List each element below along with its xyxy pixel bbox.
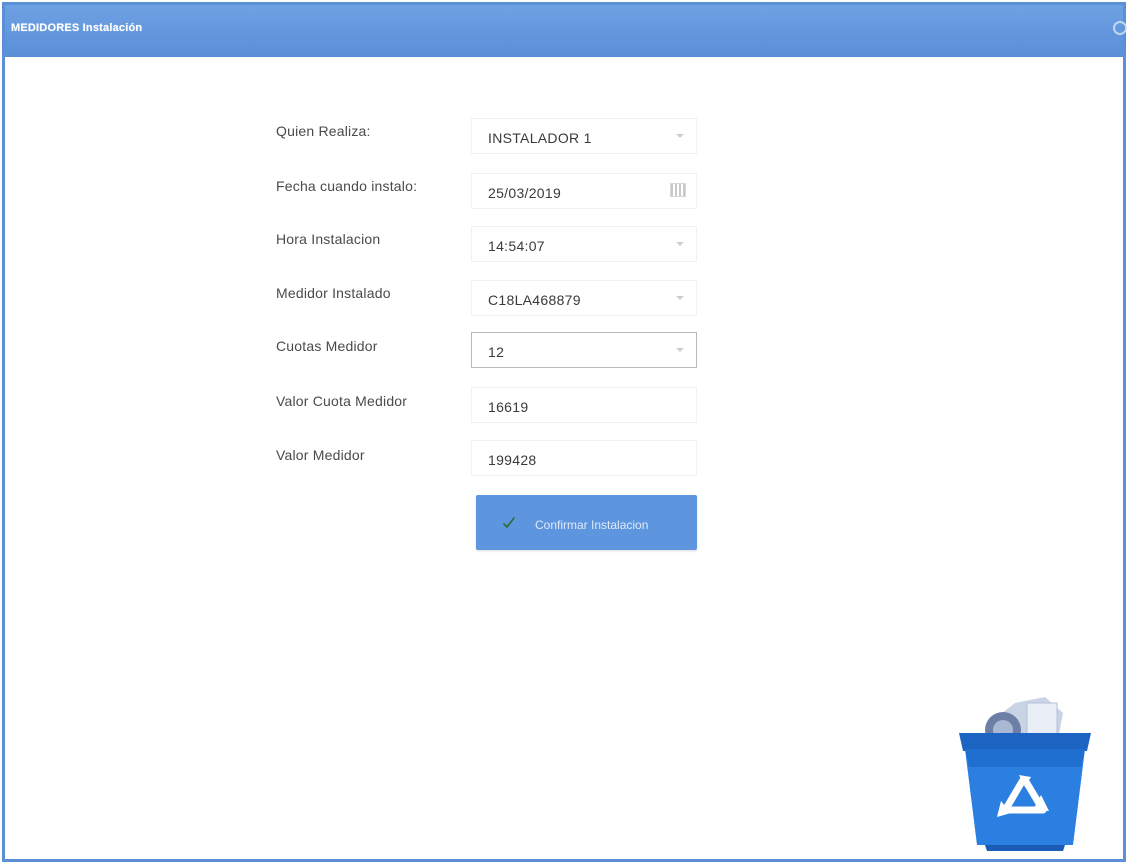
chevron-down-icon[interactable] [676,296,684,300]
chevron-down-icon[interactable] [676,242,684,246]
fecha-instalo-input[interactable]: 25/03/2019 [471,173,697,209]
calendar-icon[interactable] [670,183,686,197]
confirm-installation-button[interactable]: Confirmar Instalacion [476,495,697,550]
chevron-down-icon[interactable] [676,134,684,138]
chevron-down-icon[interactable] [676,348,684,352]
fecha-instalo-value: 25/03/2019 [488,185,562,201]
close-icon[interactable] [1113,21,1127,35]
checkmark-icon [503,517,515,528]
hora-instalacion-label: Hora Instalacion [276,231,381,247]
quien-realiza-label: Quien Realiza: [276,123,371,139]
hora-instalacion-value: 14:54:07 [488,238,545,254]
confirm-installation-label: Confirmar Instalacion [535,518,649,532]
title-bar[interactable]: MEDIDORES Instalación [5,5,1127,57]
hora-instalacion-select[interactable]: 14:54:07 [471,226,697,262]
quien-realiza-value: INSTALADOR 1 [488,130,592,146]
valor-medidor-input[interactable]: 199428 [471,440,697,476]
cuotas-medidor-label: Cuotas Medidor [276,338,378,354]
cuotas-medidor-select[interactable]: 12 [471,332,697,368]
medidor-instalado-value: C18LA468879 [488,292,581,308]
valor-medidor-label: Valor Medidor [276,447,365,463]
medidor-instalado-label: Medidor Instalado [276,285,391,301]
quien-realiza-select[interactable]: INSTALADOR 1 [471,118,697,154]
recycle-bin-icon[interactable] [945,685,1105,855]
valor-medidor-value: 199428 [488,452,537,468]
cuotas-medidor-value: 12 [488,344,505,360]
installation-window: MEDIDORES Instalación Quien Realiza: INS… [2,2,1127,862]
valor-cuota-medidor-value: 16619 [488,399,529,415]
fecha-instalo-label: Fecha cuando instalo: [276,178,418,194]
window-title: MEDIDORES Instalación [11,22,143,34]
valor-cuota-medidor-input[interactable]: 16619 [471,387,697,423]
valor-cuota-medidor-label: Valor Cuota Medidor [276,393,408,409]
medidor-instalado-select[interactable]: C18LA468879 [471,280,697,316]
